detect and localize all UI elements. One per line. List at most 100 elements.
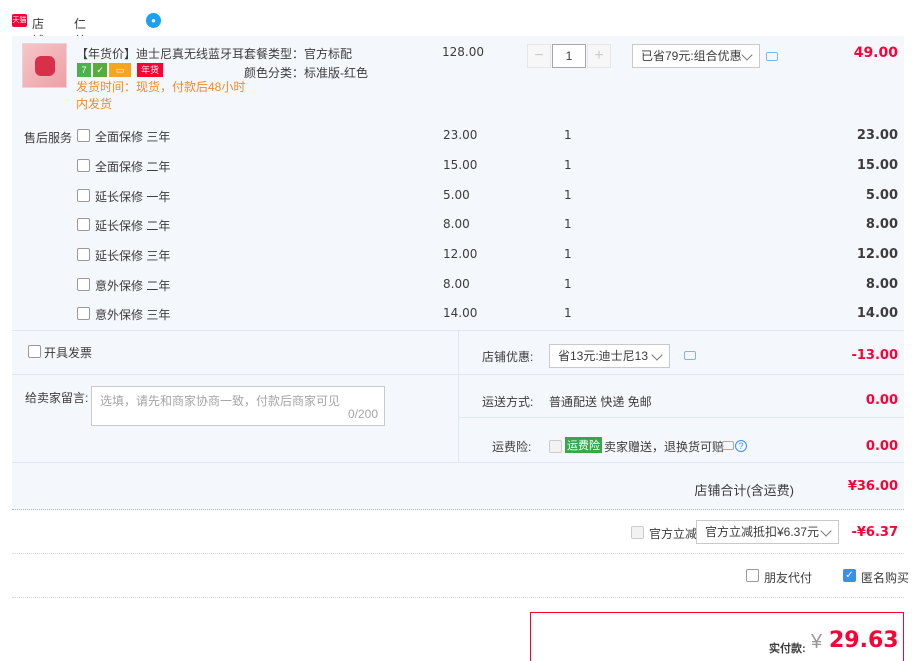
service-row: 延长保修 一年 5.00 1 5.00 bbox=[12, 181, 904, 211]
official-discount-checkbox[interactable] bbox=[631, 526, 644, 539]
service-checkbox[interactable] bbox=[77, 307, 90, 320]
service-price: 5.00 bbox=[443, 188, 470, 202]
service-row: 意外保修 二年 8.00 1 8.00 bbox=[12, 270, 904, 300]
service-checkbox[interactable] bbox=[77, 278, 90, 291]
service-price: 14.00 bbox=[443, 306, 478, 320]
service-total: 14.00 bbox=[856, 306, 898, 321]
insurance-tag: 运费险 bbox=[565, 437, 602, 453]
friend-pay-checkbox[interactable] bbox=[746, 569, 759, 582]
service-price: 8.00 bbox=[443, 277, 470, 291]
service-total: 12.00 bbox=[856, 247, 898, 262]
service-name: 意外保修 二年 bbox=[95, 279, 171, 293]
service-qty: 1 bbox=[564, 277, 572, 291]
invoice-label: 开具发票 bbox=[44, 346, 93, 360]
qty-plus-button[interactable]: + bbox=[587, 44, 611, 68]
service-qty: 1 bbox=[564, 158, 572, 172]
chat-wangwang-icon[interactable]: ● bbox=[146, 13, 161, 28]
service-price: 23.00 bbox=[443, 128, 478, 142]
order-box: 【年货价】迪士尼真无线蓝牙耳... 7 ✓ ▭ 年货 发货时间：现货，付款后48… bbox=[12, 36, 904, 510]
service-name: 延长保修 三年 bbox=[95, 249, 171, 263]
chevron-down-icon bbox=[820, 525, 832, 537]
service-checkbox[interactable] bbox=[77, 159, 90, 172]
service-row: 全面保修 三年 23.00 1 23.00 bbox=[12, 121, 904, 151]
shop-promo-label: 店铺优惠: bbox=[482, 350, 534, 364]
service-checkbox[interactable] bbox=[77, 189, 90, 202]
divider bbox=[458, 330, 459, 462]
memo-counter: 0/200 bbox=[347, 407, 378, 421]
chevron-down-icon bbox=[651, 349, 663, 361]
insurance-label: 运费险: bbox=[492, 440, 532, 454]
comment-icon[interactable] bbox=[766, 52, 778, 61]
service-name: 延长保修 一年 bbox=[95, 190, 171, 204]
unit-price: 128.00 bbox=[442, 45, 484, 59]
service-qty: 1 bbox=[564, 217, 572, 231]
service-qty: 1 bbox=[564, 128, 572, 142]
subtotal-value: ¥36.00 bbox=[847, 479, 898, 494]
product-thumbnail[interactable] bbox=[22, 43, 67, 88]
help-icon[interactable]: ? bbox=[735, 440, 747, 452]
item-promo-value: 已省79元:组合优惠 bbox=[641, 49, 742, 63]
service-name: 延长保修 二年 bbox=[95, 219, 171, 233]
shipping-amount: 0.00 bbox=[865, 393, 898, 408]
service-checkbox[interactable] bbox=[77, 218, 90, 231]
divider bbox=[458, 374, 904, 375]
order-options: 开具发票 给卖家留言: 选填，请先和商家协商一致，付款后商家可见 0/200 店… bbox=[12, 330, 904, 510]
new-year-tag: 年货 bbox=[137, 63, 163, 77]
service-checkbox[interactable] bbox=[77, 248, 90, 261]
service-total: 23.00 bbox=[856, 128, 898, 143]
chevron-down-icon bbox=[741, 49, 753, 61]
shop-promo-select[interactable]: 省13元:迪士尼13 bbox=[549, 344, 670, 368]
quantity-stepper: − 1 + bbox=[527, 44, 612, 68]
spec-color: 颜色分类：标准版-红色 bbox=[244, 66, 368, 80]
item-promo-select[interactable]: 已省79元:组合优惠 bbox=[632, 44, 760, 68]
tmall-icon: 天猫 bbox=[12, 14, 27, 27]
divider bbox=[12, 462, 904, 463]
official-discount-value: 官方立减抵扣¥6.37元 bbox=[705, 525, 820, 539]
product-image-bag bbox=[35, 56, 55, 76]
official-discount-row: 官方立减 官方立减抵扣¥6.37元 -¥6.37 bbox=[12, 517, 904, 547]
card-payment-icon: ▭ bbox=[109, 63, 131, 77]
divider bbox=[12, 553, 904, 554]
guarantee-icon: ✓ bbox=[93, 63, 107, 77]
qty-input[interactable]: 1 bbox=[552, 44, 586, 68]
item-total: 49.00 bbox=[853, 45, 898, 61]
service-price: 8.00 bbox=[443, 217, 470, 231]
service-name: 全面保修 三年 bbox=[95, 130, 171, 144]
official-discount-label: 官方立减 bbox=[649, 527, 698, 541]
divider bbox=[458, 417, 904, 418]
service-price: 15.00 bbox=[443, 158, 478, 172]
anonymous-label: 匿名购买 bbox=[861, 571, 910, 585]
comment-icon[interactable] bbox=[722, 441, 734, 450]
comment-icon[interactable] bbox=[684, 351, 696, 360]
insurance-desc: 卖家赠送，退换货可赔 bbox=[604, 440, 725, 454]
item-row: 【年货价】迪士尼真无线蓝牙耳... 7 ✓ ▭ 年货 发货时间：现货，付款后48… bbox=[12, 36, 904, 116]
official-discount-select[interactable]: 官方立减抵扣¥6.37元 bbox=[696, 520, 839, 544]
subtotal-label: 店铺合计(含运费) bbox=[694, 483, 794, 498]
service-total: 8.00 bbox=[865, 217, 898, 232]
ship-time: 发货时间：现货，付款后48小时内发货 bbox=[76, 80, 246, 111]
qty-minus-button[interactable]: − bbox=[527, 44, 551, 68]
insurance-checkbox[interactable] bbox=[549, 440, 562, 453]
spec-package: 套餐类型：官方标配 bbox=[244, 47, 353, 61]
divider bbox=[12, 374, 458, 375]
shipping-label: 运送方式: bbox=[482, 395, 534, 409]
item-title-link[interactable]: 【年货价】迪士尼真无线蓝牙耳... bbox=[76, 45, 246, 62]
service-checkbox[interactable] bbox=[77, 129, 90, 142]
service-total: 15.00 bbox=[856, 158, 898, 173]
payment-amount: 29.63 bbox=[829, 628, 899, 653]
service-price: 12.00 bbox=[443, 247, 478, 261]
memo-input[interactable]: 选填，请先和商家协商一致，付款后商家可见 0/200 bbox=[91, 386, 385, 426]
service-row: 延长保修 三年 12.00 1 12.00 bbox=[12, 240, 904, 270]
divider bbox=[12, 597, 904, 598]
service-row: 全面保修 二年 15.00 1 15.00 bbox=[12, 151, 904, 181]
service-row: 意外保修 三年 14.00 1 14.00 bbox=[12, 299, 904, 329]
currency-symbol: ¥ bbox=[811, 631, 823, 653]
memo-label: 给卖家留言: bbox=[25, 391, 89, 405]
friend-pay-label: 朋友代付 bbox=[764, 571, 813, 585]
anonymous-checkbox[interactable]: ✓ bbox=[843, 569, 856, 582]
service-qty: 1 bbox=[564, 247, 572, 261]
official-discount-amount: -¥6.37 bbox=[851, 525, 898, 540]
service-name: 意外保修 三年 bbox=[95, 308, 171, 322]
service-qty: 1 bbox=[564, 306, 572, 320]
invoice-checkbox[interactable] bbox=[28, 345, 41, 358]
